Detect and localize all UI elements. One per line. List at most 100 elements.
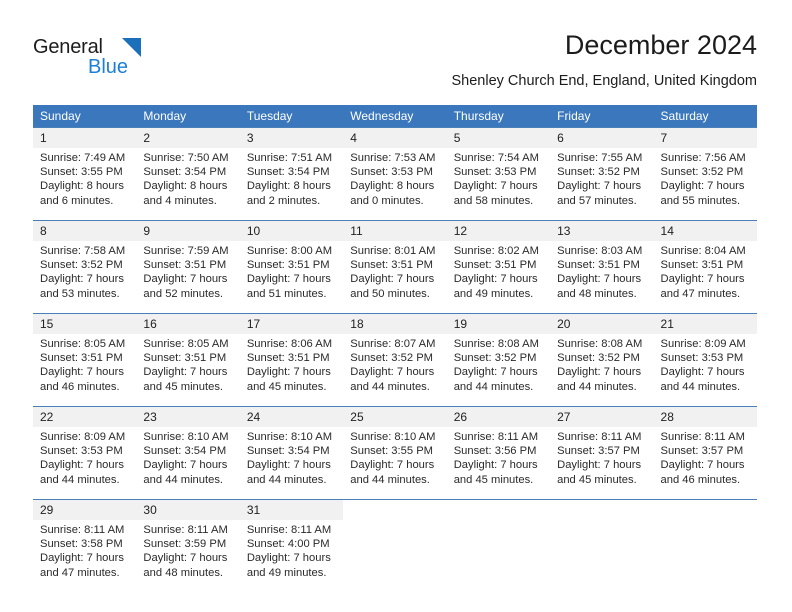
day-sun-info: Sunrise: 7:49 AM Sunset: 3:55 PM Daylight:… bbox=[33, 148, 136, 208]
day-sun-info: Sunrise: 8:11 AM Sunset: 3:58 PM Daylight:… bbox=[33, 520, 136, 580]
calendar-body: 1 Sunrise: 7:49 AM Sunset: 3:55 PM Daylight… bbox=[33, 127, 757, 593]
day-sun-info: Sunrise: 7:50 AM Sunset: 3:54 PM Daylight:… bbox=[136, 148, 239, 208]
sunset-time: Sunset: 3:51 PM bbox=[350, 259, 433, 272]
calendar-week-row: 29 Sunrise: 8:11 AM Sunset: 3:58 PM Dayligh… bbox=[33, 499, 757, 593]
sunset-time: Sunset: 3:57 PM bbox=[660, 445, 744, 458]
calendar-day-cell[interactable]: 7 Sunrise: 7:56 AM Sunset: 3:52 PM Daylight… bbox=[653, 127, 757, 221]
calendar-day-cell[interactable]: 20 Sunrise: 8:08 AM Sunset: 3:52 PM Dayligh… bbox=[550, 313, 654, 407]
day-sun-info: Sunrise: 8:10 AM Sunset: 3:54 PM Daylight:… bbox=[240, 427, 343, 487]
day-number: 25 bbox=[343, 407, 447, 427]
calendar-day-cell[interactable]: 25 Sunrise: 8:10 AM Sunset: 3:55 PM Dayligh… bbox=[343, 406, 447, 500]
sunrise-time: Sunrise: 8:01 AM bbox=[350, 245, 436, 257]
calendar-day-cell[interactable]: 8 Sunrise: 7:58 AM Sunset: 3:52 PM Daylight… bbox=[33, 220, 137, 314]
calendar-day-cell[interactable]: 2 Sunrise: 7:50 AM Sunset: 3:54 PM Daylight… bbox=[136, 127, 240, 221]
day-sun-info: Sunrise: 8:11 AM Sunset: 4:00 PM Daylight:… bbox=[240, 520, 343, 580]
day-number: 7 bbox=[653, 128, 757, 148]
logo-text-general: General bbox=[33, 36, 103, 58]
calendar-day-cell[interactable]: 23 Sunrise: 8:10 AM Sunset: 3:54 PM Dayligh… bbox=[136, 406, 240, 500]
calendar-day-cell[interactable]: 13 Sunrise: 8:03 AM Sunset: 3:51 PM Dayligh… bbox=[550, 220, 654, 314]
day-sun-info: Sunrise: 8:03 AM Sunset: 3:51 PM Daylight:… bbox=[550, 241, 653, 301]
daylight-duration-line2: and 45 minutes. bbox=[246, 380, 327, 393]
sunset-time: Sunset: 3:54 PM bbox=[246, 166, 330, 179]
daylight-duration-line1: Daylight: 7 hours bbox=[660, 459, 745, 472]
calendar-header-row: Sunday Monday Tuesday Wednesday Thursday Frid… bbox=[33, 105, 757, 128]
day-sun-info: Sunrise: 8:09 AM Sunset: 3:53 PM Daylight:… bbox=[654, 334, 757, 394]
calendar-day-cell[interactable]: 4 Sunrise: 7:53 AM Sunset: 3:53 PM Daylight… bbox=[343, 127, 447, 221]
day-number: 31 bbox=[239, 500, 344, 520]
sunrise-time: Sunrise: 7:51 AM bbox=[246, 152, 333, 164]
page-title: December 2024 bbox=[564, 30, 757, 60]
calendar-day-cell[interactable]: 24 Sunrise: 8:10 AM Sunset: 3:54 PM Dayligh… bbox=[239, 406, 344, 500]
calendar-day-cell[interactable]: 14 Sunrise: 8:04 AM Sunset: 3:51 PM Dayligh… bbox=[653, 220, 757, 314]
calendar-day-cell[interactable]: 11 Sunrise: 8:01 AM Sunset: 3:51 PM Dayligh… bbox=[343, 220, 447, 314]
day-sun-info: Sunrise: 8:10 AM Sunset: 3:54 PM Daylight:… bbox=[136, 427, 239, 487]
calendar-day-cell[interactable]: 19 Sunrise: 8:08 AM Sunset: 3:52 PM Dayligh… bbox=[446, 313, 551, 407]
daylight-duration-line2: and 44 minutes. bbox=[143, 473, 224, 486]
calendar-day-cell[interactable]: 1 Sunrise: 7:49 AM Sunset: 3:55 PM Daylight… bbox=[33, 127, 137, 221]
calendar-day-cell[interactable]: 29 Sunrise: 8:11 AM Sunset: 3:58 PM Dayligh… bbox=[33, 499, 137, 593]
daylight-duration-line1: Daylight: 7 hours bbox=[557, 273, 642, 286]
day-sun-info: Sunrise: 8:02 AM Sunset: 3:51 PM Daylight:… bbox=[447, 241, 550, 301]
daylight-duration-line1: Daylight: 7 hours bbox=[143, 366, 228, 379]
calendar-day-cell-empty bbox=[653, 499, 757, 593]
daylight-duration-line1: Daylight: 7 hours bbox=[557, 459, 642, 472]
daylight-duration-line1: Daylight: 8 hours bbox=[143, 180, 228, 193]
sunset-time: Sunset: 3:56 PM bbox=[453, 445, 537, 458]
daylight-duration-line1: Daylight: 7 hours bbox=[40, 273, 124, 286]
page-header: General Blue December 2024 Shenley Churc… bbox=[33, 28, 757, 100]
sunrise-time: Sunrise: 8:10 AM bbox=[246, 431, 333, 443]
day-number: 26 bbox=[446, 407, 551, 427]
generalblue-logo: General Blue bbox=[33, 36, 163, 84]
daylight-duration-line2: and 46 minutes. bbox=[40, 380, 120, 393]
daylight-duration-line1: Daylight: 7 hours bbox=[40, 459, 124, 472]
day-sun-info: Sunrise: 8:08 AM Sunset: 3:52 PM Daylight:… bbox=[447, 334, 550, 394]
day-sun-info: Sunrise: 7:58 AM Sunset: 3:52 PM Daylight:… bbox=[33, 241, 136, 301]
calendar-day-cell[interactable]: 16 Sunrise: 8:05 AM Sunset: 3:51 PM Dayligh… bbox=[136, 313, 240, 407]
calendar-day-cell[interactable]: 3 Sunrise: 7:51 AM Sunset: 3:54 PM Daylight… bbox=[239, 127, 344, 221]
calendar-day-cell[interactable]: 10 Sunrise: 8:00 AM Sunset: 3:51 PM Dayligh… bbox=[239, 220, 344, 314]
daylight-duration-line1: Daylight: 7 hours bbox=[40, 552, 124, 565]
weekday-header-monday: Monday bbox=[136, 105, 240, 128]
sunset-time: Sunset: 3:54 PM bbox=[246, 445, 330, 458]
calendar-day-cell[interactable]: 9 Sunrise: 7:59 AM Sunset: 3:51 PM Daylight… bbox=[136, 220, 240, 314]
daylight-duration-line2: and 52 minutes. bbox=[143, 287, 224, 300]
daylight-duration-line1: Daylight: 7 hours bbox=[246, 366, 331, 379]
day-sun-info: Sunrise: 7:54 AM Sunset: 3:53 PM Daylight:… bbox=[447, 148, 550, 208]
sunrise-time: Sunrise: 8:11 AM bbox=[453, 431, 539, 443]
calendar-day-cell[interactable]: 18 Sunrise: 8:07 AM Sunset: 3:52 PM Dayligh… bbox=[343, 313, 447, 407]
calendar-day-cell[interactable]: 15 Sunrise: 8:05 AM Sunset: 3:51 PM Dayligh… bbox=[33, 313, 137, 407]
calendar-day-cell[interactable]: 12 Sunrise: 8:02 AM Sunset: 3:51 PM Dayligh… bbox=[446, 220, 551, 314]
day-number: 6 bbox=[550, 128, 654, 148]
calendar-day-cell[interactable]: 17 Sunrise: 8:06 AM Sunset: 3:51 PM Dayligh… bbox=[239, 313, 344, 407]
sunrise-time: Sunrise: 8:07 AM bbox=[350, 338, 436, 350]
day-number bbox=[653, 500, 757, 520]
calendar-day-cell[interactable]: 6 Sunrise: 7:55 AM Sunset: 3:52 PM Daylight… bbox=[550, 127, 654, 221]
day-number: 29 bbox=[33, 500, 137, 520]
daylight-duration-line2: and 44 minutes. bbox=[40, 473, 120, 486]
calendar-day-cell[interactable]: 27 Sunrise: 8:11 AM Sunset: 3:57 PM Dayligh… bbox=[550, 406, 654, 500]
day-number: 13 bbox=[550, 221, 654, 241]
day-sun-info: Sunrise: 8:01 AM Sunset: 3:51 PM Daylight:… bbox=[343, 241, 446, 301]
calendar-day-cell[interactable]: 22 Sunrise: 8:09 AM Sunset: 3:53 PM Dayligh… bbox=[33, 406, 137, 500]
calendar-day-cell[interactable]: 21 Sunrise: 8:09 AM Sunset: 3:53 PM Dayligh… bbox=[653, 313, 757, 407]
sunset-time: Sunset: 3:53 PM bbox=[453, 166, 537, 179]
daylight-duration-line1: Daylight: 7 hours bbox=[660, 273, 745, 286]
daylight-duration-line2: and 58 minutes. bbox=[453, 194, 534, 207]
calendar-day-cell[interactable]: 28 Sunrise: 8:11 AM Sunset: 3:57 PM Dayligh… bbox=[653, 406, 757, 500]
calendar-day-cell[interactable]: 26 Sunrise: 8:11 AM Sunset: 3:56 PM Dayligh… bbox=[446, 406, 551, 500]
calendar-day-cell[interactable]: 31 Sunrise: 8:11 AM Sunset: 4:00 PM Dayligh… bbox=[239, 499, 344, 593]
calendar-day-cell[interactable]: 30 Sunrise: 8:11 AM Sunset: 3:59 PM Dayligh… bbox=[136, 499, 240, 593]
day-sun-info: Sunrise: 8:05 AM Sunset: 3:51 PM Daylight:… bbox=[136, 334, 239, 394]
day-sun-info: Sunrise: 8:07 AM Sunset: 3:52 PM Daylight:… bbox=[343, 334, 446, 394]
day-number: 12 bbox=[446, 221, 551, 241]
calendar-day-cell[interactable]: 5 Sunrise: 7:54 AM Sunset: 3:53 PM Daylight… bbox=[446, 127, 551, 221]
day-sun-info: Sunrise: 8:04 AM Sunset: 3:51 PM Daylight:… bbox=[654, 241, 757, 301]
day-sun-info: Sunrise: 8:06 AM Sunset: 3:51 PM Daylight:… bbox=[240, 334, 343, 394]
day-sun-info: Sunrise: 8:08 AM Sunset: 3:52 PM Daylight:… bbox=[550, 334, 653, 394]
sunset-time: Sunset: 3:51 PM bbox=[453, 259, 537, 272]
day-number: 16 bbox=[136, 314, 240, 334]
sunset-time: Sunset: 3:53 PM bbox=[40, 445, 123, 458]
day-sun-info: Sunrise: 7:51 AM Sunset: 3:54 PM Daylight:… bbox=[240, 148, 343, 208]
calendar-week-row: 8 Sunrise: 7:58 AM Sunset: 3:52 PM Daylight… bbox=[33, 220, 757, 314]
daylight-duration-line1: Daylight: 7 hours bbox=[350, 459, 435, 472]
